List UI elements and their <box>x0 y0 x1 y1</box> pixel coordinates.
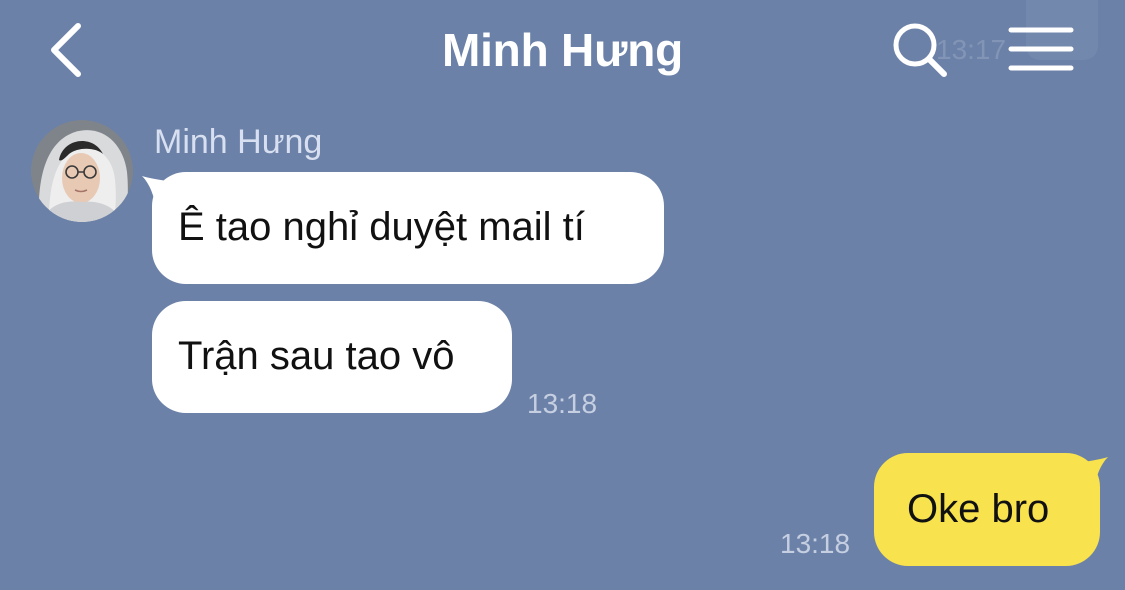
menu-button[interactable] <box>1005 20 1077 80</box>
message-timestamp: 13:18 <box>527 388 598 419</box>
message-text: Oke bro <box>907 487 1050 531</box>
search-icon <box>893 23 947 77</box>
incoming-message-bubble[interactable]: Ê tao nghỉ duyệt mail tí <box>152 172 664 284</box>
avatar[interactable] <box>31 120 133 222</box>
sender-name: Minh Hưng <box>154 123 323 161</box>
outgoing-message-bubble[interactable]: Oke bro <box>874 453 1100 566</box>
message-timestamp: 13:18 <box>780 528 851 559</box>
message-text: Ê tao nghỉ duyệt mail tí <box>178 205 585 249</box>
profile-photo <box>31 120 133 222</box>
chat-header: 13:17 Minh Hưng <box>0 0 1125 100</box>
search-button[interactable] <box>888 18 954 84</box>
incoming-message-bubble[interactable]: Trận sau tao vô <box>152 301 512 413</box>
message-text: Trận sau tao vô <box>178 334 455 378</box>
hamburger-menu-icon <box>1008 27 1074 71</box>
chat-title: Minh Hưng <box>441 24 683 76</box>
